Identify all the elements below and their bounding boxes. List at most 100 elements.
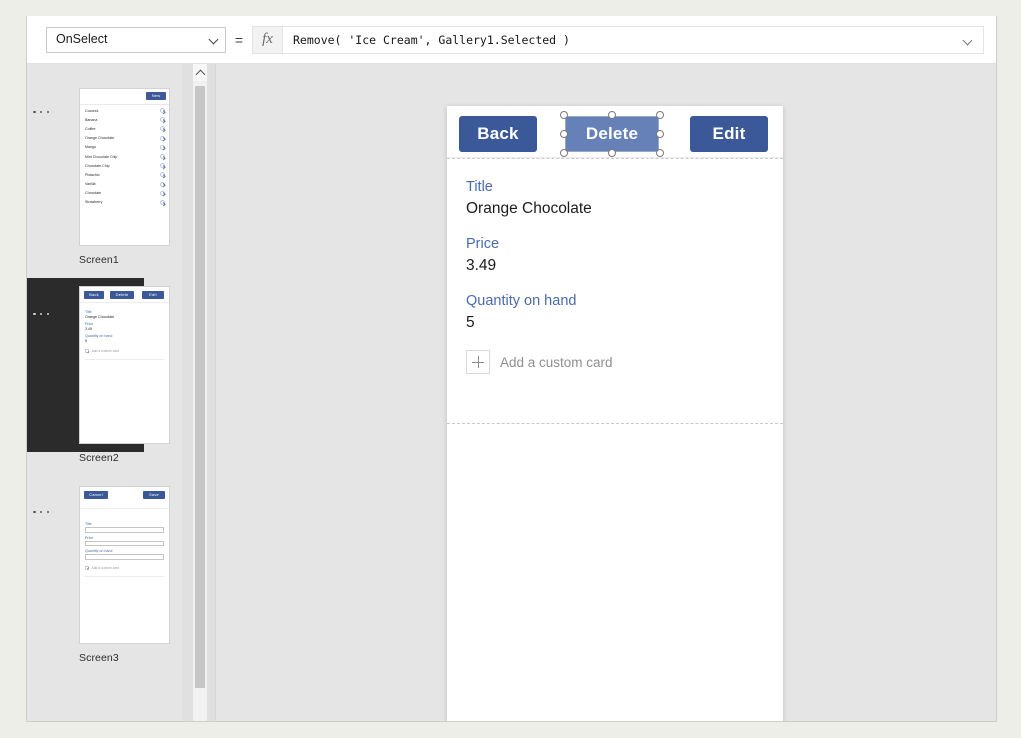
fx-icon: fx <box>252 25 282 54</box>
thumbnail-screen2[interactable]: Back Delete Edit Title Orange Chocolate … <box>79 286 170 444</box>
divider <box>85 359 164 360</box>
chevron-right-icon <box>160 163 165 169</box>
field-label-title: Title <box>466 179 493 195</box>
screen-entry-screen3[interactable]: Cancel Save Title Price Quantity on hand <box>27 464 182 664</box>
mini-topbar: Back Delete Edit <box>80 287 169 303</box>
field-label-price: Price <box>466 236 500 252</box>
mini-field-label: Title <box>85 522 92 526</box>
mini-add-custom-card[interactable]: Add a custom card <box>85 349 164 353</box>
chevron-right-icon <box>160 172 165 178</box>
rail-gutter <box>182 64 193 721</box>
list-item-label: Coconut <box>85 108 99 113</box>
edit-button[interactable]: Edit <box>690 116 768 152</box>
field-value-title: Orange Chocolate <box>466 200 592 217</box>
list-item[interactable]: Vanilla <box>80 180 169 189</box>
power-apps-studio-window: OnSelect = fx Remove( 'Ice Cream', Galle… <box>26 16 997 722</box>
list-item[interactable]: Strawberry <box>80 198 169 207</box>
thumbnail-screen3[interactable]: Cancel Save Title Price Quantity on hand <box>79 486 170 644</box>
resize-handle-s[interactable] <box>608 149 616 157</box>
list-item[interactable]: Orange Chocolate <box>80 134 169 143</box>
rail-scroll-content: New Coconut Banana Coffee Orange Chocola… <box>27 64 182 664</box>
list-item[interactable]: Coffee <box>80 124 169 133</box>
screen-name-label: Screen1 <box>79 254 119 266</box>
screen-entry-screen1[interactable]: New Coconut Banana Coffee Orange Chocola… <box>27 64 182 266</box>
list-item-label: Pistachio <box>85 172 100 177</box>
resize-handle-sw[interactable] <box>560 149 568 157</box>
list-item-label: Mint Chocolate Chip <box>85 154 118 159</box>
resize-handle-nw[interactable] <box>560 111 568 119</box>
chevron-right-icon <box>160 190 165 196</box>
list-item[interactable]: Coconut <box>80 106 169 115</box>
app-screen-preview: Back Delete Edit Title Orange Chocolate … <box>447 106 783 721</box>
resize-handle-ne[interactable] <box>656 111 664 119</box>
thumbnail-screen1[interactable]: New Coconut Banana Coffee Orange Chocola… <box>79 88 170 246</box>
list-item-label: Chocolate Chip <box>85 163 110 168</box>
mini-form: Title Price Quantity on hand Add a custo… <box>80 509 169 577</box>
resize-handle-n[interactable] <box>608 111 616 119</box>
mini-cancel-button[interactable]: Cancel <box>84 491 108 499</box>
mini-field-value: Orange Chocolate <box>85 315 115 319</box>
list-item[interactable]: Mango <box>80 143 169 152</box>
mini-edit-button[interactable]: Edit <box>142 291 164 299</box>
scrollbar-thumb[interactable] <box>195 86 205 688</box>
formula-expression: Remove( 'Ice Cream', Gallery1.Selected ) <box>293 32 570 47</box>
resize-handle-w[interactable] <box>560 130 568 138</box>
list-item[interactable]: Pistachio <box>80 170 169 179</box>
design-canvas: Back Delete Edit Title Orange Chocolate … <box>216 64 996 721</box>
resize-handle-se[interactable] <box>656 149 664 157</box>
mini-save-button[interactable]: Save <box>143 491 165 499</box>
ellipsis-icon[interactable] <box>33 106 49 118</box>
mini-input-quantity[interactable] <box>85 554 164 560</box>
rail-gutter-right <box>207 64 216 721</box>
resize-handle-e[interactable] <box>656 130 664 138</box>
list-item[interactable]: Mint Chocolate Chip <box>80 152 169 161</box>
screen-thumbnail-rail: New Coconut Banana Coffee Orange Chocola… <box>27 64 182 721</box>
mini-field-value: 3.49 <box>85 327 92 331</box>
mini-topbar: Cancel Save <box>80 487 169 509</box>
list-item-label: Coffee <box>85 126 96 131</box>
list-item-label: Vanilla <box>85 182 96 187</box>
formula-expand-chevron-down-icon[interactable] <box>961 33 975 47</box>
mini-delete-button[interactable]: Delete <box>110 291 134 299</box>
mini-input-title[interactable] <box>85 527 164 533</box>
chevron-up-icon[interactable] <box>193 64 207 81</box>
ellipsis-icon[interactable] <box>33 506 49 518</box>
chevron-right-icon <box>160 126 165 132</box>
formula-input[interactable]: Remove( 'Ice Cream', Gallery1.Selected ) <box>282 25 984 54</box>
mini-field-label: Price <box>85 535 94 540</box>
mini-form: Title Orange Chocolate Price 3.49 Quanti… <box>80 303 169 360</box>
list-item-label: Banana <box>85 117 98 122</box>
screen-name-label: Screen3 <box>79 652 119 664</box>
back-button[interactable]: Back <box>459 116 537 152</box>
delete-button[interactable]: Delete <box>565 116 659 152</box>
chevron-right-icon <box>160 117 165 123</box>
field-label-quantity: Quantity on hand <box>466 293 577 309</box>
ellipsis-icon[interactable] <box>33 308 49 320</box>
rail-scrollbar[interactable] <box>193 64 207 721</box>
list-item-label: Strawberry <box>85 200 103 205</box>
mini-new-button[interactable]: New <box>146 92 166 100</box>
mini-field-label: Quantity on hand <box>85 334 113 338</box>
add-custom-card-button[interactable]: Add a custom card <box>466 350 783 374</box>
screen-entry-screen2[interactable]: Back Delete Edit Title Orange Chocolate … <box>27 266 182 464</box>
chevron-right-icon <box>160 135 165 141</box>
mini-add-custom-card[interactable]: Add a custom card <box>85 565 164 570</box>
property-select[interactable]: OnSelect <box>46 26 226 53</box>
mini-gallery-list: Coconut Banana Coffee Orange Chocolate M… <box>80 105 169 208</box>
field-value-price: 3.49 <box>466 257 497 274</box>
list-item[interactable]: Chocolate <box>80 189 169 198</box>
plus-icon <box>85 349 89 353</box>
screen-name-label: Screen2 <box>79 452 119 464</box>
display-form[interactable]: Title Orange Chocolate Price 3.49 Quanti… <box>447 158 783 424</box>
mini-field-label: Quantity on hand <box>85 549 113 553</box>
mini-back-button[interactable]: Back <box>84 291 104 299</box>
screen-top-bar: Back Delete Edit <box>447 106 783 158</box>
workspace: New Coconut Banana Coffee Orange Chocola… <box>27 64 996 721</box>
field-value-quantity: 5 <box>466 314 475 331</box>
list-item[interactable]: Chocolate Chip <box>80 161 169 170</box>
chevron-right-icon <box>160 154 165 160</box>
list-item[interactable]: Banana <box>80 115 169 124</box>
list-item-label: Orange Chocolate <box>85 136 115 141</box>
mini-field-label: Price <box>85 322 94 326</box>
mini-input-price[interactable] <box>85 540 164 546</box>
